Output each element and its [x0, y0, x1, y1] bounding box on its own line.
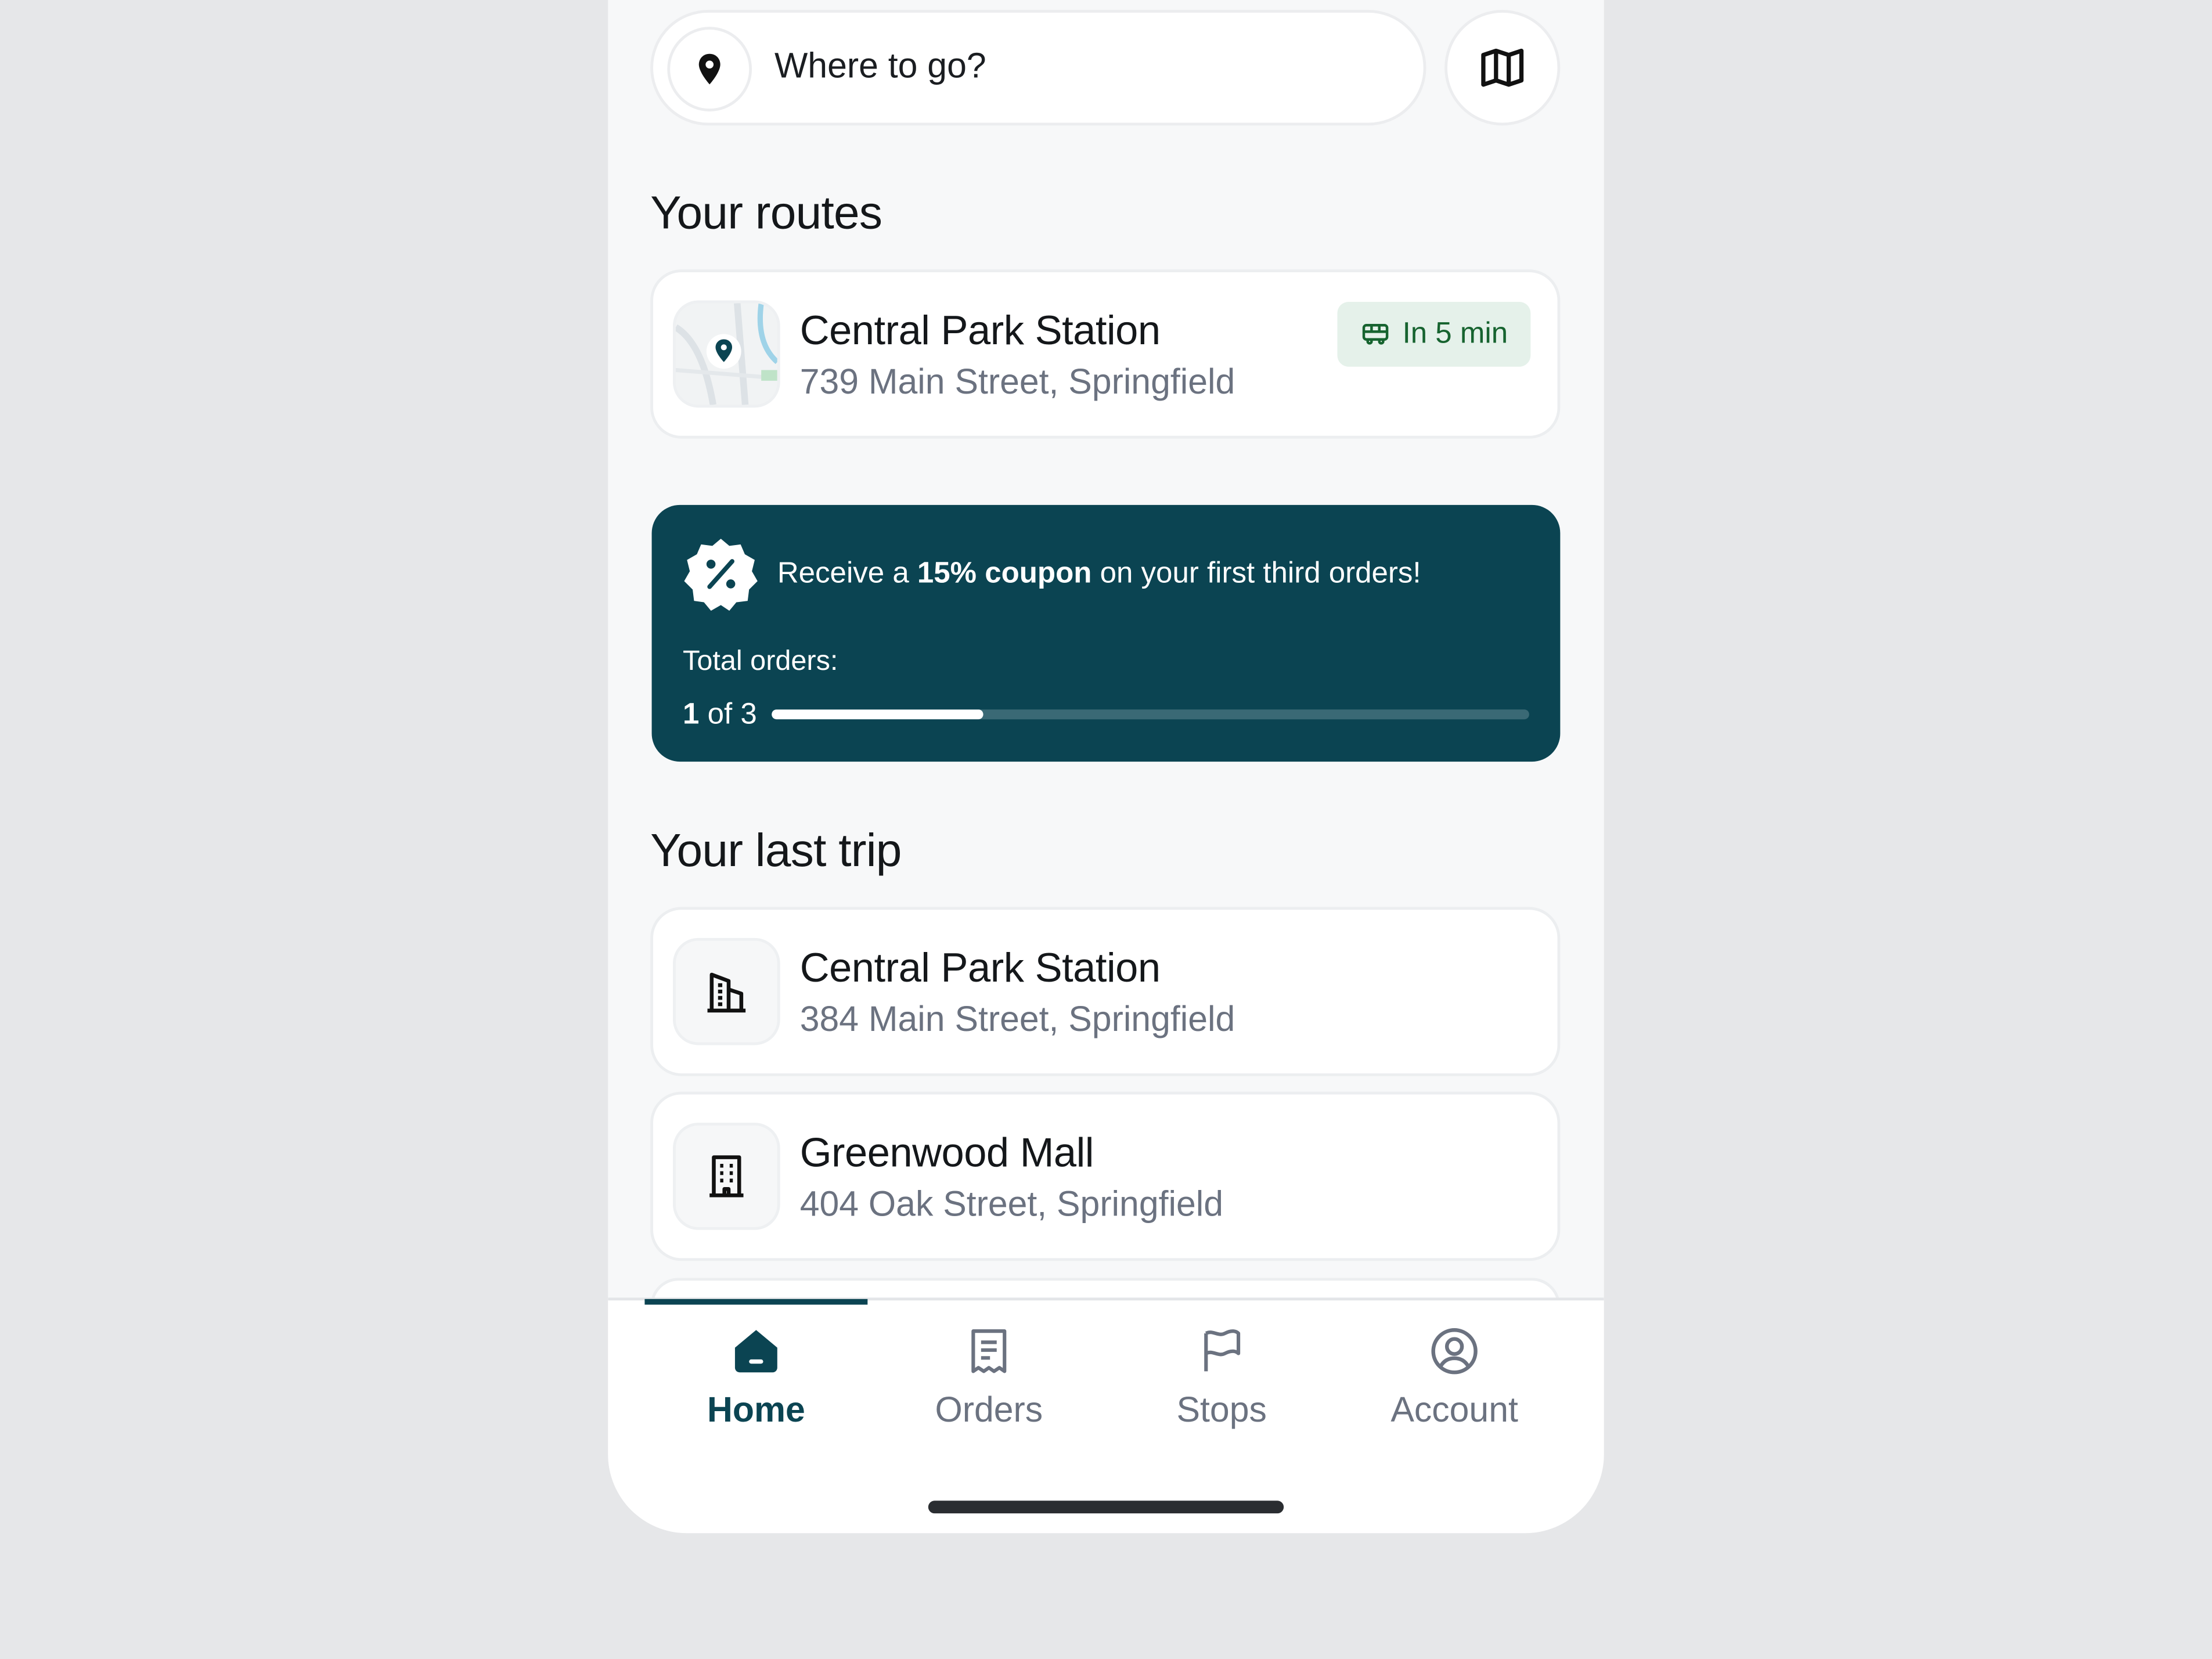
routes-title: Your routes	[650, 186, 882, 239]
eta-badge: In 5 min	[1337, 301, 1531, 367]
map-button[interactable]	[1444, 10, 1561, 126]
search-bar[interactable]: Where to go?	[650, 10, 1426, 126]
trip-name: Central Park Station	[799, 946, 1161, 992]
last-trip-title: Your last trip	[650, 824, 902, 876]
route-card[interactable]: Central Park Station 739 Main Street, Sp…	[650, 269, 1561, 439]
trip-name: Greenwood Mall	[799, 1131, 1094, 1177]
bus-icon	[1363, 324, 1389, 345]
location-pin-icon	[667, 27, 752, 111]
receipt-icon	[958, 1320, 1020, 1382]
tab-label: Home	[707, 1390, 805, 1430]
eta-text: In 5 min	[1402, 317, 1508, 350]
tab-stops[interactable]: Stops	[1116, 1320, 1327, 1447]
user-circle-icon	[1424, 1320, 1486, 1382]
route-address: 739 Main Street, Springfield	[799, 362, 1235, 402]
trip-card[interactable]: Central Park Station 384 Main Street, Sp…	[650, 907, 1561, 1076]
bottom-tab-bar: Home Orders Stops Account	[608, 1297, 1604, 1534]
tab-label: Stops	[1176, 1390, 1267, 1430]
map-icon	[1481, 48, 1524, 87]
trip-address: 384 Main Street, Springfield	[799, 1000, 1235, 1040]
tab-label: Orders	[935, 1390, 1043, 1430]
promo-text: Receive a 15% coupon on your first third…	[777, 557, 1421, 590]
tab-label: Account	[1390, 1390, 1518, 1430]
tab-orders[interactable]: Orders	[883, 1320, 1094, 1447]
route-name: Central Park Station	[799, 309, 1161, 354]
search-placeholder[interactable]: Where to go?	[774, 46, 986, 87]
orders-progress-fill	[772, 709, 984, 720]
active-tab-indicator	[644, 1299, 868, 1305]
trip-address: 404 Oak Street, Springfield	[799, 1185, 1224, 1225]
home-icon	[725, 1320, 787, 1382]
tab-home[interactable]: Home	[650, 1320, 862, 1447]
coupon-promo-card[interactable]: Receive a 15% coupon on your first third…	[651, 504, 1561, 762]
home-indicator	[928, 1501, 1284, 1514]
orders-count: 1 of 3	[683, 698, 757, 731]
discount-badge-icon	[684, 539, 758, 611]
flag-icon	[1191, 1320, 1253, 1382]
trip-card[interactable]: Greenwood Mall 404 Oak Street, Springfie…	[650, 1091, 1561, 1261]
orders-progress-bar	[772, 709, 1529, 720]
building-icon	[673, 937, 780, 1045]
tab-account[interactable]: Account	[1349, 1320, 1560, 1447]
total-orders-label: Total orders:	[683, 645, 838, 677]
office-building-icon	[673, 1123, 780, 1230]
phone-screen: Where to go? Your routes Central Park St…	[608, 0, 1604, 1534]
map-thumbnail	[673, 300, 780, 408]
